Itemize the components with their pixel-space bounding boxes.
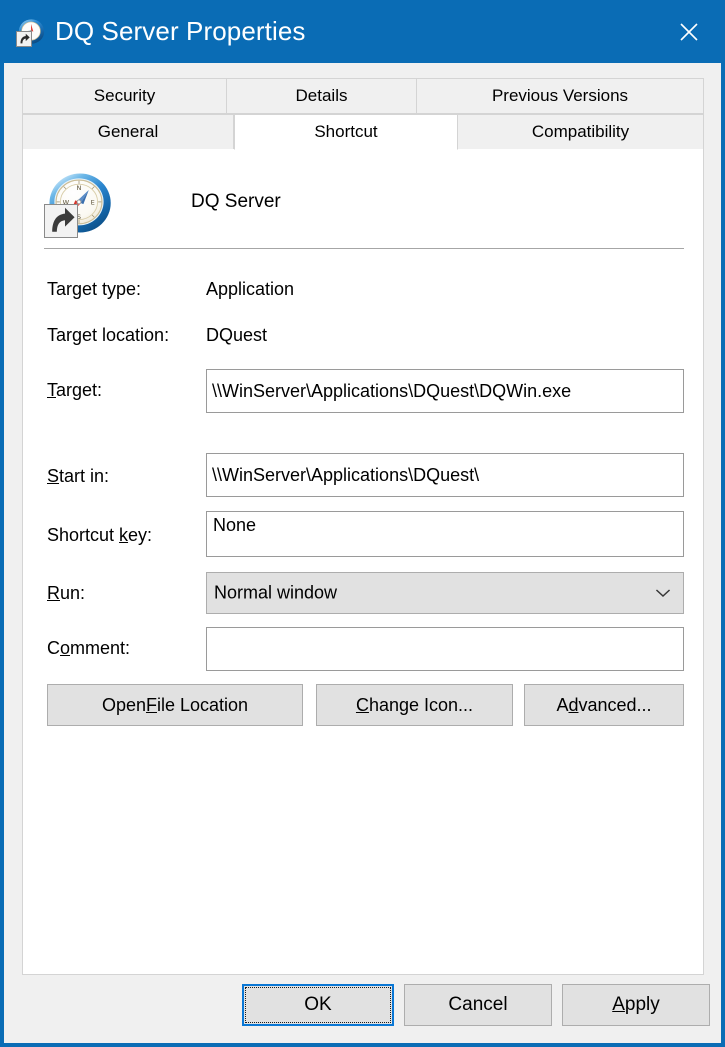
run-selected-value: Normal window <box>214 582 338 603</box>
tab-previous-versions[interactable]: Previous Versions <box>417 78 704 114</box>
svg-text:N: N <box>77 184 82 192</box>
title-bar: DQ Server Properties <box>4 0 721 63</box>
tab-label: General <box>97 122 159 141</box>
shortcut-key-label: Shortcut key: <box>47 525 153 545</box>
close-icon <box>680 22 698 41</box>
target-type-label: Target type: <box>47 279 142 299</box>
shortcut-key-value: None <box>213 515 257 535</box>
shortcut-key-accelerator: k <box>119 525 129 545</box>
advanced-accelerator: d <box>568 694 579 715</box>
start-in-accelerator: S <box>47 466 60 486</box>
close-button[interactable] <box>657 0 721 63</box>
start-in-label: Start in: <box>47 466 110 486</box>
change-icon-accelerator: C <box>355 694 369 715</box>
tab-row-upper: Security Details Previous Versions <box>22 78 704 114</box>
comment-accelerator: o <box>60 638 71 658</box>
target-accelerator: T <box>47 380 56 400</box>
titlebar-shortcut-arrow-icon <box>16 30 32 47</box>
change-icon-button[interactable]: Change Icon... <box>316 684 513 726</box>
cancel-button[interactable]: Cancel <box>404 984 552 1026</box>
apply-accelerator: A <box>612 994 625 1015</box>
tab-label: Details <box>295 86 348 105</box>
svg-text:E: E <box>91 198 95 206</box>
advanced-button[interactable]: Ad vanced... <box>524 684 684 726</box>
target-type-value: Application <box>206 279 295 299</box>
start-in-input[interactable] <box>206 453 684 497</box>
cancel-button-label: Cancel <box>448 994 508 1015</box>
tab-row-lower: General Shortcut Compatibility <box>22 114 704 150</box>
tab-security[interactable]: Security <box>22 78 227 114</box>
tab-label: Previous Versions <box>491 86 629 105</box>
window-title: DQ Server Properties <box>55 16 306 46</box>
app-name: DQ Server <box>191 191 281 212</box>
chevron-down-icon <box>654 587 672 599</box>
comment-label: Comment: <box>47 638 131 658</box>
open-file-location-button[interactable]: Open File Location <box>47 684 303 726</box>
app-header: N S W E DQ Server <box>44 168 684 240</box>
open-file-location-accelerator: F <box>145 694 157 715</box>
header-divider <box>44 248 684 249</box>
app-compass-shortcut-icon: N S W E <box>44 168 114 238</box>
tab-shortcut[interactable]: Shortcut <box>234 114 458 150</box>
target-input[interactable] <box>206 369 684 413</box>
tab-compatibility[interactable]: Compatibility <box>458 114 704 150</box>
run-accelerator: R <box>47 583 60 603</box>
ok-button[interactable]: OK <box>242 984 394 1026</box>
tab-details[interactable]: Details <box>227 78 417 114</box>
target-label: Target: <box>47 380 103 400</box>
target-location-value: DQuest <box>206 325 268 345</box>
ok-button-label: OK <box>304 994 332 1015</box>
target-location-label: Target location: <box>47 325 170 345</box>
tab-label: Shortcut <box>314 122 378 141</box>
tab-strip: Security Details Previous Versions Gener… <box>22 78 704 150</box>
titlebar-compass-shortcut-icon <box>16 17 46 47</box>
apply-button[interactable]: Apply <box>562 984 710 1026</box>
comment-input[interactable] <box>206 627 684 671</box>
properties-window: DQ Server Properties Security Details Pr… <box>0 0 725 1047</box>
shortcut-tab-panel: N S W E DQ Server Target type: Applicati… <box>22 149 704 975</box>
shortcut-key-input[interactable]: None <box>206 511 684 557</box>
dialog-button-bar: OK Cancel Apply <box>4 984 721 1032</box>
run-dropdown[interactable]: Normal window <box>206 572 684 614</box>
run-label: Run: <box>47 583 86 603</box>
tab-label: Security <box>93 86 156 105</box>
tab-general[interactable]: General <box>22 114 234 150</box>
app-shortcut-arrow-icon <box>44 204 78 238</box>
tab-label: Compatibility <box>531 122 630 141</box>
